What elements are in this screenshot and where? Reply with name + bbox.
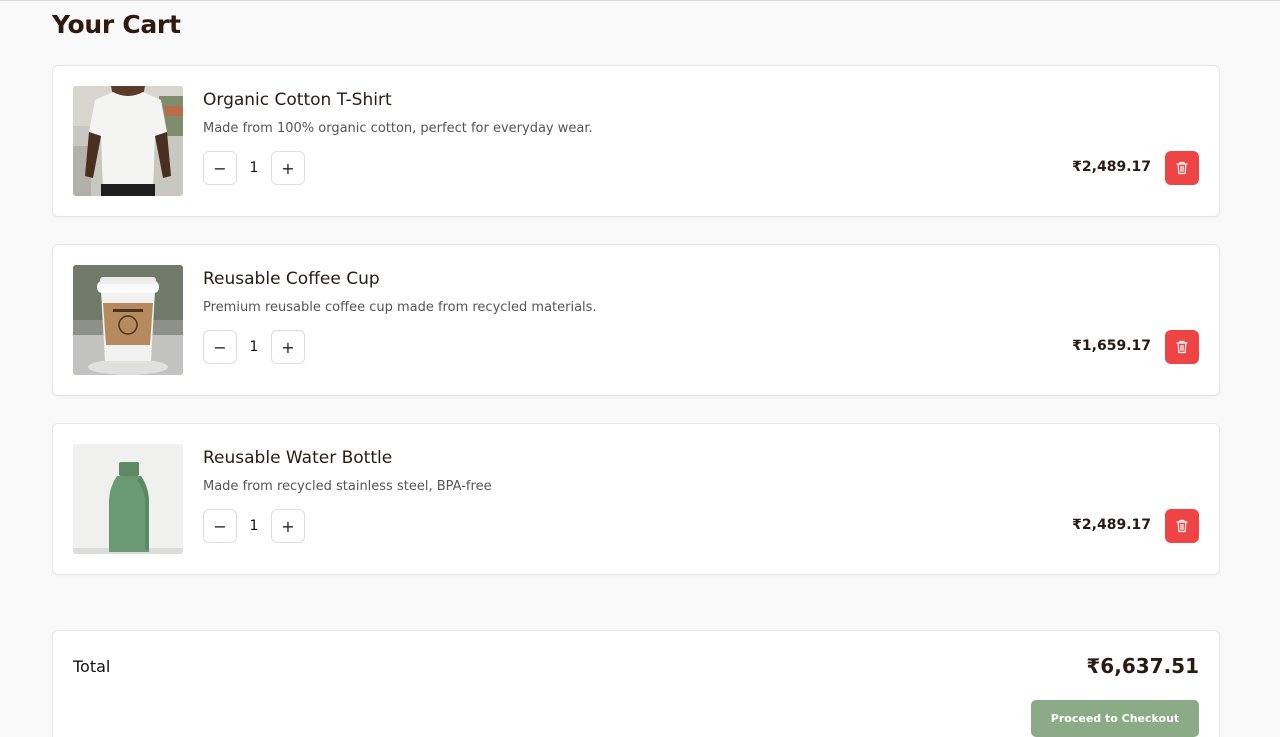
item-title: Reusable Coffee Cup (203, 269, 380, 289)
item-price: ₹1,659.17 (1072, 338, 1151, 354)
remove-item-button[interactable] (1165, 509, 1199, 543)
decrease-quantity-button[interactable]: − (203, 330, 237, 364)
order-summary: Total ₹6,637.51 Proceed to Checkout (52, 630, 1220, 737)
decrease-quantity-button[interactable]: − (203, 151, 237, 185)
increase-quantity-button[interactable]: + (271, 330, 305, 364)
item-title: Reusable Water Bottle (203, 448, 393, 468)
trash-icon (1176, 340, 1188, 354)
total-value: ₹6,637.51 (1086, 654, 1199, 678)
cart-item: Reusable Coffee Cup Premium reusable cof… (52, 244, 1220, 396)
remove-item-button[interactable] (1165, 330, 1199, 364)
trash-icon (1176, 161, 1188, 175)
increase-quantity-button[interactable]: + (271, 151, 305, 185)
cart-item: Organic Cotton T-Shirt Made from 100% or… (52, 65, 1220, 217)
cart-item: Reusable Water Bottle Made from recycled… (52, 423, 1220, 575)
item-description: Made from 100% organic cotton, perfect f… (203, 121, 593, 136)
quantity-value: 1 (249, 518, 259, 534)
remove-item-button[interactable] (1165, 151, 1199, 185)
quantity-value: 1 (249, 160, 259, 176)
item-price: ₹2,489.17 (1072, 159, 1151, 175)
item-description: Premium reusable coffee cup made from re… (203, 300, 597, 315)
trash-icon (1176, 519, 1188, 533)
quantity-value: 1 (249, 339, 259, 355)
increase-quantity-button[interactable]: + (271, 509, 305, 543)
coffee-cup-image (73, 265, 183, 375)
item-description: Made from recycled stainless steel, BPA-… (203, 479, 492, 494)
item-title: Organic Cotton T-Shirt (203, 90, 392, 110)
decrease-quantity-button[interactable]: − (203, 509, 237, 543)
total-label: Total (73, 657, 111, 676)
checkout-button[interactable]: Proceed to Checkout (1031, 700, 1199, 737)
page-title: Your Cart (52, 10, 181, 39)
item-price: ₹2,489.17 (1072, 517, 1151, 533)
water-bottle-image (73, 444, 183, 554)
tshirt-image (73, 86, 183, 196)
